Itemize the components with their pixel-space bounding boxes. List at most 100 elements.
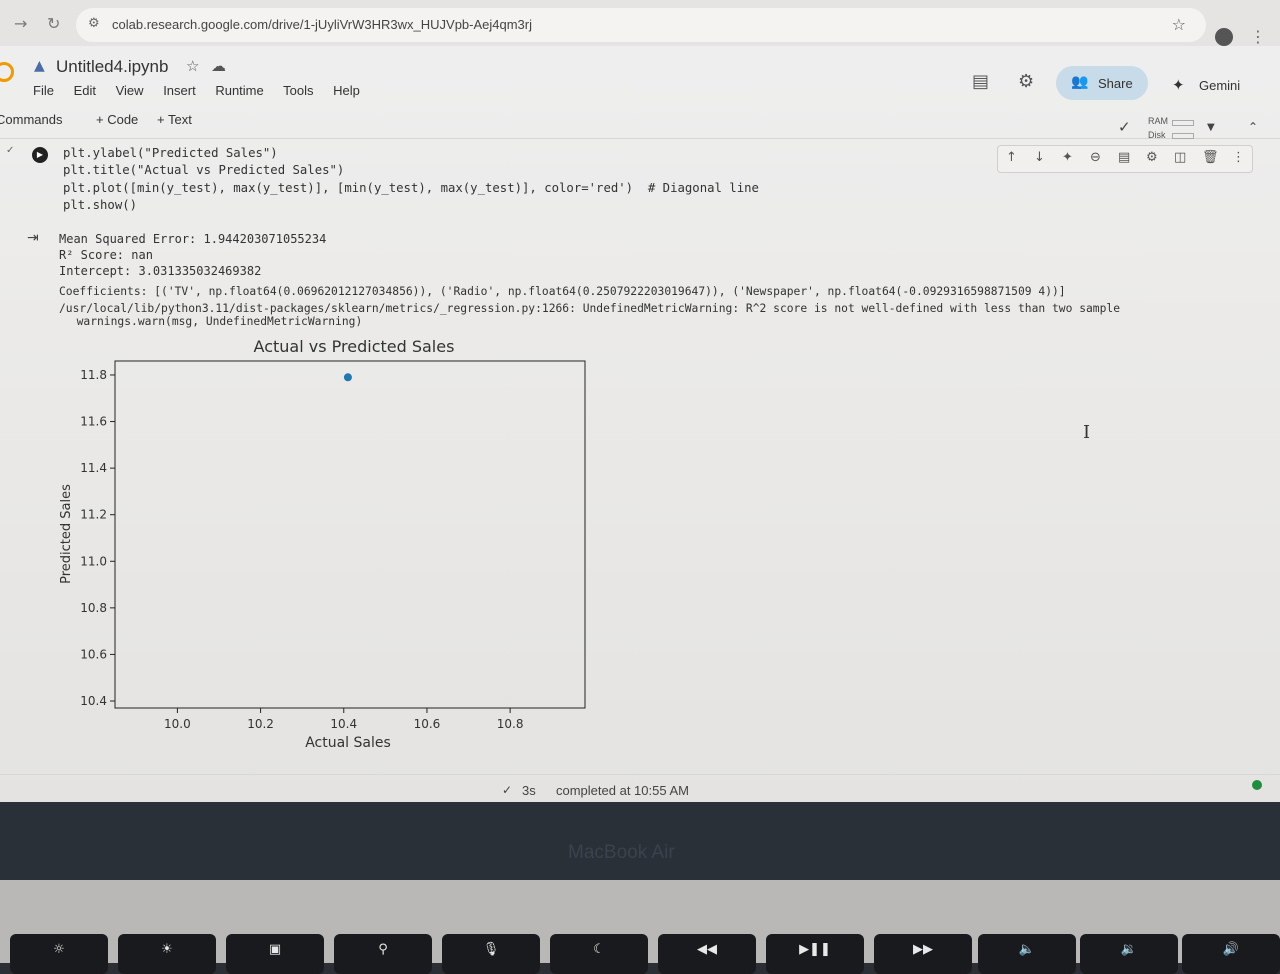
key-brightness-down: ☼: [10, 934, 108, 974]
y-tick-label: 11.4: [80, 461, 107, 475]
notebook-toolbar: Commands + Code + Text ✓ RAM Disk ▼ ⌃: [0, 108, 1280, 140]
add-text-button[interactable]: + Text: [157, 112, 192, 127]
x-tick-label: 10.8: [497, 717, 524, 731]
key-dictation: 🎙: [442, 934, 540, 974]
output-r2: R² Score: nan: [59, 248, 153, 262]
profile-avatar[interactable]: [1215, 28, 1233, 46]
output-warning-call: warnings.warn(msg, UndefinedMetricWarnin…: [63, 315, 363, 328]
menu-runtime[interactable]: Runtime: [215, 83, 263, 98]
y-tick-label: 10.6: [80, 647, 107, 661]
x-tick-label: 10.0: [164, 717, 191, 731]
people-icon: 👥: [1071, 74, 1089, 90]
cell-settings-icon[interactable]: ⚙: [1146, 150, 1158, 165]
x-tick-label: 10.6: [414, 717, 441, 731]
share-label: Share: [1098, 76, 1133, 91]
connected-check-icon: ✓: [1118, 118, 1131, 136]
comments-icon[interactable]: ▤: [972, 71, 989, 92]
runtime-dropdown-icon[interactable]: ▼: [1207, 122, 1215, 133]
connection-status-dot: [1252, 780, 1262, 790]
code-line-title[interactable]: plt.title("Actual vs Predicted Sales"): [63, 163, 344, 177]
settings-gear-icon[interactable]: ⚙: [1018, 71, 1034, 92]
menu-bar: File Edit View Insert Runtime Tools Help: [33, 83, 376, 98]
plot-area: [114, 360, 586, 709]
status-text: completed at 10:55 AM: [556, 783, 689, 798]
link-icon[interactable]: ⊖: [1090, 150, 1101, 165]
cell-executed-check-icon: ✓: [6, 145, 15, 156]
gemini-button[interactable]: Gemini: [1199, 78, 1240, 93]
star-notebook-icon[interactable]: ☆: [186, 57, 199, 75]
output-warning: /usr/local/lib/python3.11/dist-packages/…: [59, 302, 1121, 315]
key-mute: 🔈: [978, 934, 1076, 974]
drive-icon: ▲: [34, 58, 45, 74]
code-line-show[interactable]: plt.show(): [63, 198, 137, 212]
screen: → ↻ ⚙ colab.research.google.com/drive/1-…: [0, 0, 1280, 802]
address-bar[interactable]: ⚙ colab.research.google.com/drive/1-jUyl…: [76, 8, 1206, 42]
colab-logo: [0, 62, 14, 82]
url-text: colab.research.google.com/drive/1-jUyliV…: [112, 17, 533, 32]
menu-insert[interactable]: Insert: [163, 83, 196, 98]
output-intercept: Intercept: 3.031335032469382: [59, 264, 262, 278]
key-volume-up: 🔊: [1182, 934, 1280, 974]
mirror-cell-icon[interactable]: ◫: [1174, 150, 1186, 165]
y-tick-label: 11.0: [80, 554, 107, 568]
y-tick-label: 10.8: [80, 601, 107, 615]
scatter-point: [343, 373, 352, 382]
code-line-plot[interactable]: plt.plot([min(y_test), max(y_test)], [mi…: [63, 181, 759, 195]
forward-arrow-icon[interactable]: →: [14, 14, 27, 33]
status-check-icon: ✓: [502, 783, 513, 797]
status-duration: 3s: [522, 783, 536, 798]
disk-meter: [1172, 133, 1194, 139]
y-axis-label: Predicted Sales: [59, 484, 74, 584]
commands-button[interactable]: Commands: [0, 112, 62, 127]
menu-file[interactable]: File: [33, 83, 54, 98]
laptop-bezel: [0, 802, 1280, 880]
key-search: ⚲: [334, 934, 432, 974]
browser-toolbar: → ↻ ⚙ colab.research.google.com/drive/1-…: [0, 0, 1280, 46]
add-code-button[interactable]: + Code: [96, 112, 138, 127]
browser-menu-icon[interactable]: ⋮: [1250, 27, 1266, 46]
output-mse: Mean Squared Error: 1.944203071055234: [59, 232, 327, 246]
run-cell-button[interactable]: ▶: [32, 147, 48, 163]
gemini-sparkle-icon[interactable]: ✦: [1172, 76, 1185, 94]
output-coefficients: Coefficients: [('TV', np.float64(0.06962…: [59, 285, 1066, 298]
menu-edit[interactable]: Edit: [74, 83, 96, 98]
share-button[interactable]: 👥 Share: [1056, 66, 1148, 100]
move-down-icon[interactable]: ↓: [1034, 150, 1045, 165]
y-tick-label: 10.4: [80, 694, 107, 708]
menu-help[interactable]: Help: [333, 83, 360, 98]
y-tick-label: 11.6: [80, 415, 107, 429]
bezel-brand-label: MacBook Air: [568, 842, 675, 863]
key-brightness-up: ☀: [118, 934, 216, 974]
menu-tools[interactable]: Tools: [283, 83, 313, 98]
move-up-icon[interactable]: ↑: [1006, 150, 1017, 165]
chart-title: Actual vs Predicted Sales: [254, 337, 455, 356]
delete-icon[interactable]: 🗑: [1202, 150, 1219, 165]
x-axis-label: Actual Sales: [305, 735, 391, 751]
key-rewind: ◀◀: [658, 934, 756, 974]
gemini-cell-icon[interactable]: ✦: [1062, 150, 1073, 165]
collapse-header-icon[interactable]: ⌃: [1248, 120, 1258, 134]
key-play-pause: ▶❚❚: [766, 934, 864, 974]
reload-icon[interactable]: ↻: [47, 14, 60, 33]
key-mission-control: ▣: [226, 934, 324, 974]
key-do-not-disturb: ☾: [550, 934, 648, 974]
status-bar: ✓ 3s completed at 10:55 AM: [0, 774, 1280, 802]
output-actions-icon[interactable]: ⇥: [27, 230, 39, 246]
disk-label: Disk: [1148, 130, 1166, 140]
cell-more-icon[interactable]: ⋮: [1232, 150, 1245, 165]
key-fast-forward: ▶▶: [874, 934, 972, 974]
key-volume-down: 🔉: [1080, 934, 1178, 974]
comment-icon[interactable]: ▤: [1118, 150, 1130, 165]
y-tick-label: 11.2: [80, 508, 107, 522]
code-line-ylabel[interactable]: plt.ylabel("Predicted Sales"): [63, 146, 278, 160]
menu-view[interactable]: View: [116, 83, 144, 98]
text-cursor-icon: I: [1083, 422, 1091, 443]
notebook-title[interactable]: Untitled4.ipynb: [56, 57, 168, 77]
scatter-chart: Actual vs Predicted Sales 10.0 10.2 10.4 10…: [59, 337, 586, 751]
cell-toolbar: ↑ ↓ ✦ ⊖ ▤ ⚙ ◫ 🗑 ⋮: [997, 145, 1253, 173]
site-settings-icon[interactable]: ⚙: [88, 16, 100, 31]
cloud-saved-icon: ☁: [211, 57, 226, 75]
x-tick-label: 10.4: [330, 717, 357, 731]
x-tick-label: 10.2: [247, 717, 274, 731]
bookmark-star-icon[interactable]: ☆: [1172, 15, 1186, 34]
